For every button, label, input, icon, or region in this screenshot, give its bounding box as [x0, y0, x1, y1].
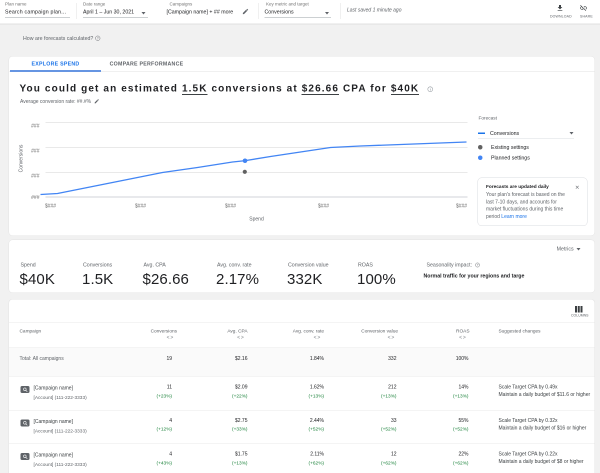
svg-text:?: ?	[97, 36, 99, 40]
svg-text:$###: $###	[456, 204, 467, 210]
svg-text:Conversions: Conversions	[19, 144, 25, 172]
svg-text:?: ?	[477, 263, 479, 267]
svg-text:$###: $###	[135, 204, 146, 210]
svg-text:###: ###	[31, 149, 40, 155]
svg-text:###: ###	[31, 124, 40, 130]
svg-text:###: ###	[31, 174, 40, 180]
svg-text:###: ###	[31, 195, 40, 201]
svg-text:$###: $###	[225, 204, 236, 210]
svg-text:Spend: Spend	[249, 217, 264, 223]
svg-text:$###: $###	[318, 204, 329, 210]
svg-text:$###: $###	[45, 204, 56, 210]
